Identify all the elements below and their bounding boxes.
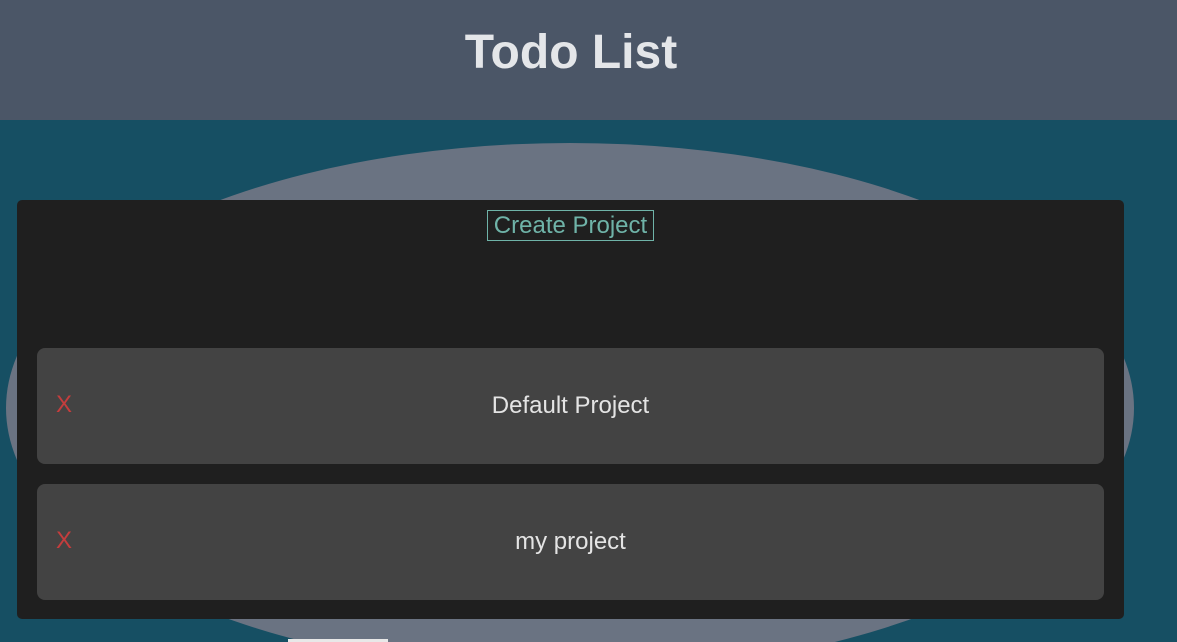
project-name: my project xyxy=(515,528,626,555)
page-title: Todo List xyxy=(464,26,678,79)
project-card[interactable]: X Default Project xyxy=(37,348,1104,464)
projects-panel: Create Project X Default Project X my pr… xyxy=(17,200,1124,619)
project-name: Default Project xyxy=(491,392,650,419)
app-header: Todo List xyxy=(0,0,1177,120)
main-area: Create Project X Default Project X my pr… xyxy=(0,120,1177,642)
project-card[interactable]: X my project xyxy=(37,484,1104,600)
create-project-button[interactable]: Create Project xyxy=(487,210,654,241)
